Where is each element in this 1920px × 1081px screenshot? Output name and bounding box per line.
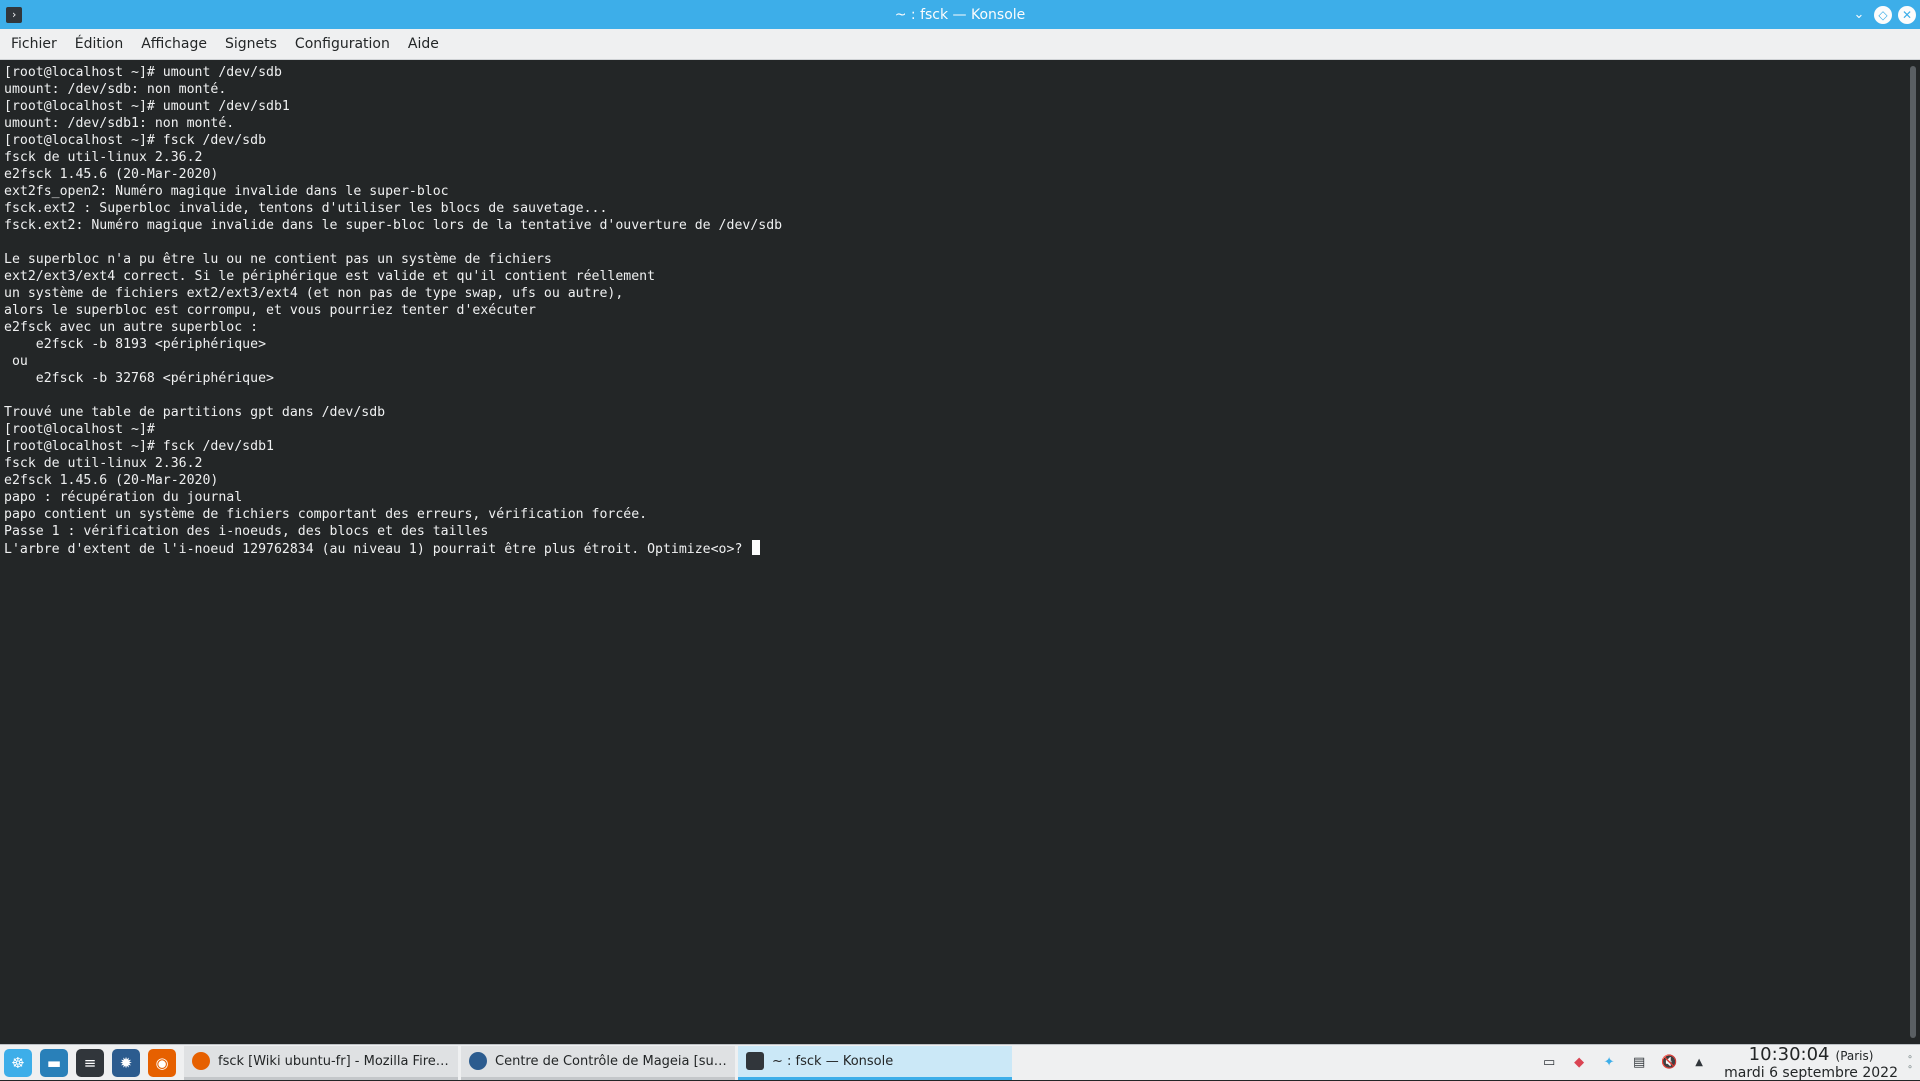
clock-time: 10:30:04: [1748, 1043, 1830, 1065]
terminal-line: umount: /dev/sdb: non monté.: [4, 82, 227, 97]
terminal-line: umount: /dev/sdb1: non monté.: [4, 116, 235, 131]
terminal-line: [root@localhost ~]# fsck /dev/sdb: [4, 133, 267, 148]
taskbar: ☸ ▬ ≡ ✹ ◉ fsck [Wiki ubuntu-fr] - Mozilla Fi…: [0, 1044, 1920, 1080]
expand-tray-icon[interactable]: ▲: [1688, 1052, 1710, 1074]
terminal-line: papo contient un système de fichiers com…: [4, 507, 648, 522]
menu-file[interactable]: Fichier: [2, 29, 66, 59]
launcher-app-launcher[interactable]: ☸: [0, 1045, 36, 1081]
terminal-line: e2fsck 1.45.6 (20-Mar-2020): [4, 473, 219, 488]
taskbar-task[interactable]: Centre de Contrôle de Mageia [sur local.…: [461, 1045, 735, 1080]
clock-timezone: (Paris): [1835, 1048, 1874, 1063]
close-icon[interactable]: ✕: [1898, 5, 1916, 24]
launcher-mageia-control-center[interactable]: ✹: [108, 1045, 144, 1081]
panel-options-icon[interactable]: ⚬ ⚬: [1904, 1053, 1916, 1073]
tray-icon-group: ▭ ◆ ✦ ▤ 🔇 ▲: [1534, 1052, 1714, 1074]
terminal-line: e2fsck -b 32768 <périphérique>: [4, 371, 274, 386]
app-launcher-icon: ☸: [4, 1048, 32, 1077]
firefox-icon: ◉: [148, 1048, 176, 1077]
terminal-line: papo : récupération du journal: [4, 490, 243, 505]
network-icon[interactable]: ✦: [1598, 1052, 1620, 1074]
clipboard-icon[interactable]: ▤: [1628, 1052, 1650, 1074]
system-tray: ▭ ◆ ✦ ▤ 🔇 ▲ 10:30:04 (Paris) mardi 6 septembr…: [1534, 1045, 1920, 1081]
terminal-line: L'arbre d'extent de l'i-noeud 129762834 …: [4, 540, 1900, 557]
konsole-app-icon[interactable]: ›: [6, 6, 22, 23]
menu-edit[interactable]: Édition: [66, 29, 132, 59]
task-manager: fsck [Wiki ubuntu-fr] - Mozilla Firefox C…: [184, 1045, 1015, 1080]
launcher-system-settings[interactable]: ≡: [72, 1045, 108, 1081]
volume-muted-icon[interactable]: 🔇: [1658, 1052, 1680, 1074]
terminal-line: alors le superbloc est corrompu, et vous…: [4, 303, 536, 318]
updates-icon[interactable]: ◆: [1568, 1052, 1590, 1074]
terminal-line: Le superbloc n'a pu être lu ou ne contie…: [4, 252, 552, 267]
terminal-cursor: [752, 540, 761, 555]
terminal-output[interactable]: [root@localhost ~]# umount /dev/sdb umoun…: [4, 64, 1900, 1044]
terminal-line: fsck de util-linux 2.36.2: [4, 456, 203, 471]
terminal-line: e2fsck avec un autre superbloc :: [4, 320, 259, 335]
terminal-line: [root@localhost ~]# umount /dev/sdb1: [4, 99, 290, 114]
task-app-icon: [746, 1052, 764, 1070]
mageia-control-center-icon: ✹: [112, 1048, 140, 1077]
minimize-icon[interactable]: ⌄: [1850, 6, 1868, 24]
terminal-line: [root@localhost ~]#: [4, 422, 155, 437]
terminal-line: Trouvé une table de partitions gpt dans …: [4, 405, 386, 420]
launcher-firefox[interactable]: ◉: [144, 1045, 180, 1081]
task-app-icon: [469, 1052, 487, 1070]
task-label: ~ : fsck — Konsole: [772, 1053, 894, 1069]
terminal-line: ext2fs_open2: Numéro magique invalide da…: [4, 184, 449, 199]
menu-bookmarks[interactable]: Signets: [216, 29, 286, 59]
show-desktop-icon[interactable]: ▭: [1538, 1052, 1560, 1074]
menu-view[interactable]: Affichage: [132, 29, 216, 59]
terminal-line: fsck.ext2 : Superbloc invalide, tentons …: [4, 201, 608, 216]
terminal-line: [root@localhost ~]# umount /dev/sdb: [4, 65, 282, 80]
clock-date: mardi 6 septembre 2022: [1724, 1064, 1898, 1081]
terminal-line: e2fsck 1.45.6 (20-Mar-2020): [4, 167, 219, 182]
digital-clock[interactable]: 10:30:04 (Paris) mardi 6 septembre 2022: [1724, 1043, 1898, 1081]
terminal-line: un système de fichiers ext2/ext3/ext4 (e…: [4, 286, 624, 301]
terminal-line: ou: [4, 354, 28, 369]
title-bar[interactable]: › ~ : fsck — Konsole ⌄ ◇ ✕: [0, 0, 1920, 29]
taskbar-task[interactable]: fsck [Wiki ubuntu-fr] - Mozilla Firefox: [184, 1045, 458, 1080]
launcher-file-manager[interactable]: ▬: [36, 1045, 72, 1081]
taskbar-task[interactable]: ~ : fsck — Konsole: [738, 1045, 1012, 1080]
system-settings-icon: ≡: [76, 1048, 104, 1077]
terminal-line: fsck.ext2: Numéro magique invalide dans …: [4, 218, 783, 233]
task-label: Centre de Contrôle de Mageia [sur local.…: [495, 1053, 727, 1069]
terminal-line: Passe 1 : vérification des i-noeuds, des…: [4, 524, 489, 539]
menu-bar: Fichier Édition Affichage Signets Config…: [0, 29, 1920, 60]
terminal-line: e2fsck -b 8193 <périphérique>: [4, 337, 267, 352]
terminal-line: ext2/ext3/ext4 correct. Si le périphériq…: [4, 269, 656, 284]
menu-help[interactable]: Aide: [399, 29, 448, 59]
file-manager-icon: ▬: [40, 1048, 68, 1077]
task-label: fsck [Wiki ubuntu-fr] - Mozilla Firefox: [218, 1053, 450, 1069]
window-title: ~ : fsck — Konsole: [894, 6, 1026, 23]
terminal-scrollbar[interactable]: [1910, 66, 1916, 1038]
konsole-window: › ~ : fsck — Konsole ⌄ ◇ ✕ Fichier Éditi…: [0, 0, 1920, 1044]
window-controls: ⌄ ◇ ✕: [1850, 0, 1916, 29]
terminal-line: fsck de util-linux 2.36.2: [4, 150, 203, 165]
menu-settings[interactable]: Configuration: [286, 29, 399, 59]
task-app-icon: [192, 1052, 210, 1070]
terminal-area[interactable]: [root@localhost ~]# umount /dev/sdb umoun…: [0, 60, 1920, 1044]
launcher-group: ☸ ▬ ≡ ✹ ◉: [0, 1045, 180, 1081]
maximize-icon[interactable]: ◇: [1874, 5, 1892, 24]
terminal-line: [root@localhost ~]# fsck /dev/sdb1: [4, 439, 274, 454]
